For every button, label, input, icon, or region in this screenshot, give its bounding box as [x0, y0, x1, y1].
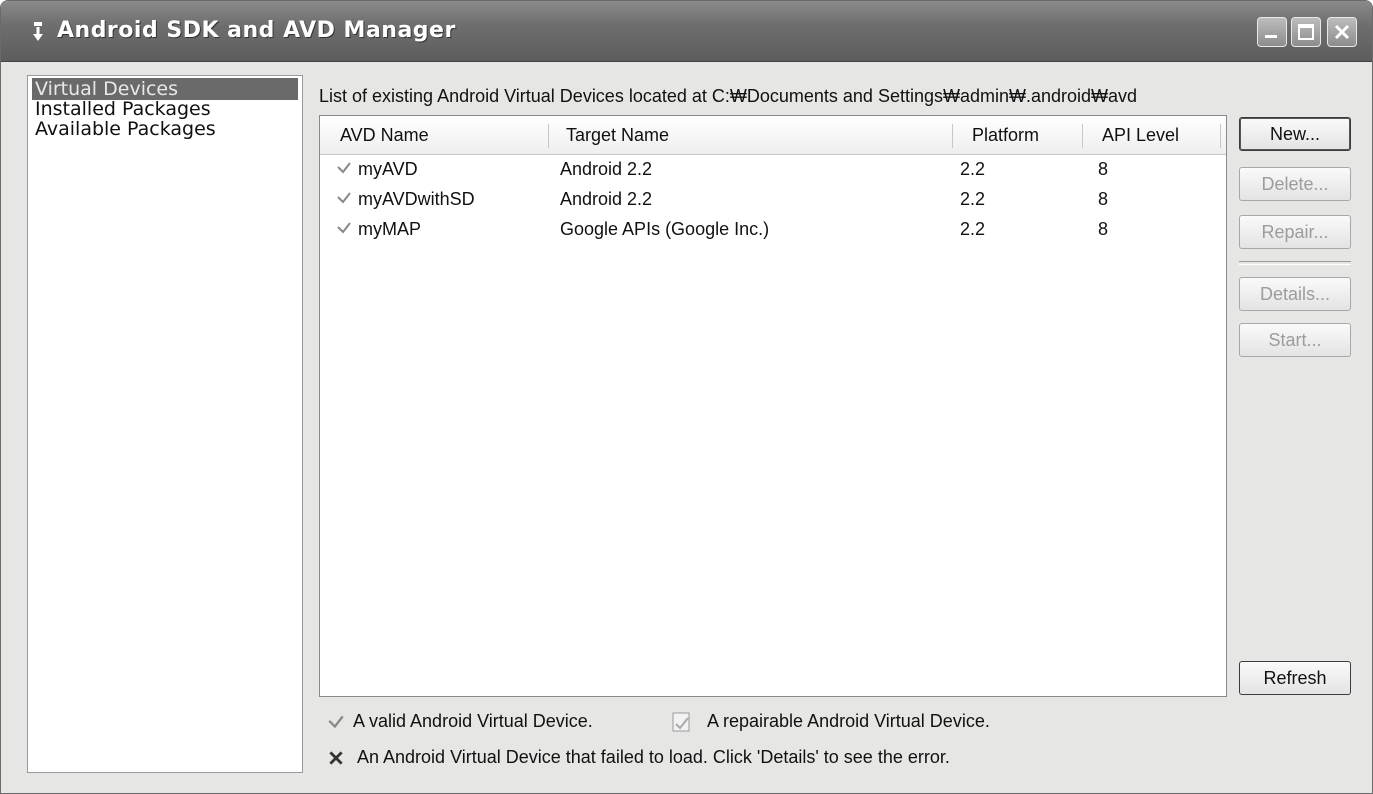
valid-check-icon: [328, 715, 344, 729]
table-header: AVD Name Target Name Platform API Level: [320, 116, 1226, 155]
valid-check-icon: [337, 222, 351, 234]
sidebar-item-available-packages[interactable]: Available Packages: [32, 118, 219, 140]
avd-name-cell: myAVDwithSD: [358, 189, 475, 209]
start-avd-button[interactable]: Start...: [1239, 323, 1351, 357]
details-avd-button[interactable]: Details...: [1239, 277, 1351, 311]
delete-avd-button[interactable]: Delete...: [1239, 167, 1351, 201]
legend-repairable-text: A repairable Android Virtual Device.: [707, 711, 990, 731]
column-header-api-level[interactable]: API Level: [1102, 116, 1179, 154]
refresh-button[interactable]: Refresh: [1239, 661, 1351, 695]
button-separator: [1239, 261, 1351, 265]
api-level-cell: 8: [1098, 159, 1109, 179]
avd-table[interactable]: AVD Name Target Name Platform API Level …: [319, 115, 1227, 697]
target-name-cell: Android 2.2: [560, 189, 653, 209]
column-header-platform[interactable]: Platform: [972, 116, 1039, 154]
repair-avd-button[interactable]: Repair...: [1239, 215, 1351, 249]
table-row[interactable]: myAVD Android 2.2 2.2 8: [320, 154, 1226, 184]
new-avd-button[interactable]: New...: [1239, 117, 1351, 151]
title-bar[interactable]: Android SDK and AVD Manager: [1, 1, 1372, 62]
platform-cell: 2.2: [960, 159, 986, 179]
column-divider[interactable]: [1220, 124, 1221, 148]
legend-failed-text: An Android Virtual Device that failed to…: [357, 747, 950, 767]
android-sdk-app-icon: [31, 21, 45, 43]
table-row[interactable]: myMAP Google APIs (Google Inc.) 2.2 8: [320, 214, 1226, 244]
column-header-avd-name[interactable]: AVD Name: [340, 116, 429, 154]
api-level-cell: 8: [1098, 219, 1109, 239]
legend-valid-text: A valid Android Virtual Device.: [353, 711, 593, 731]
close-button[interactable]: [1327, 17, 1357, 47]
avd-name-cell: myAVD: [358, 159, 418, 179]
valid-check-icon: [337, 192, 351, 204]
maximize-button[interactable]: [1291, 17, 1321, 47]
platform-cell: 2.2: [960, 219, 986, 239]
failed-x-icon: [329, 751, 343, 765]
maximize-icon: [1298, 24, 1314, 40]
column-header-target-name[interactable]: Target Name: [566, 116, 669, 154]
table-row[interactable]: myAVDwithSD Android 2.2 2.2 8: [320, 184, 1226, 214]
sidebar-item-virtual-devices[interactable]: Virtual Devices: [32, 78, 298, 100]
target-name-cell: Google APIs (Google Inc.): [560, 219, 770, 239]
valid-check-icon: [337, 162, 351, 174]
column-divider[interactable]: [548, 124, 549, 148]
api-level-cell: 8: [1098, 189, 1109, 209]
sidebar-item-installed-packages[interactable]: Installed Packages: [32, 98, 214, 120]
column-divider[interactable]: [952, 124, 953, 148]
avd-location-label: List of existing Android Virtual Devices…: [319, 86, 1138, 106]
minimize-button[interactable]: [1257, 17, 1287, 47]
minimize-icon: [1265, 35, 1277, 38]
repairable-device-icon: [672, 712, 690, 732]
avd-manager-window: Android SDK and AVD Manager Virtual Devi…: [0, 0, 1373, 794]
target-name-cell: Android 2.2: [560, 159, 653, 179]
close-icon: [1334, 24, 1350, 40]
sidebar-tree[interactable]: Virtual Devices Installed Packages Avail…: [27, 75, 303, 773]
platform-cell: 2.2: [960, 189, 986, 209]
column-divider[interactable]: [1082, 124, 1083, 148]
avd-name-cell: myMAP: [358, 219, 421, 239]
window-title: Android SDK and AVD Manager: [57, 18, 456, 43]
